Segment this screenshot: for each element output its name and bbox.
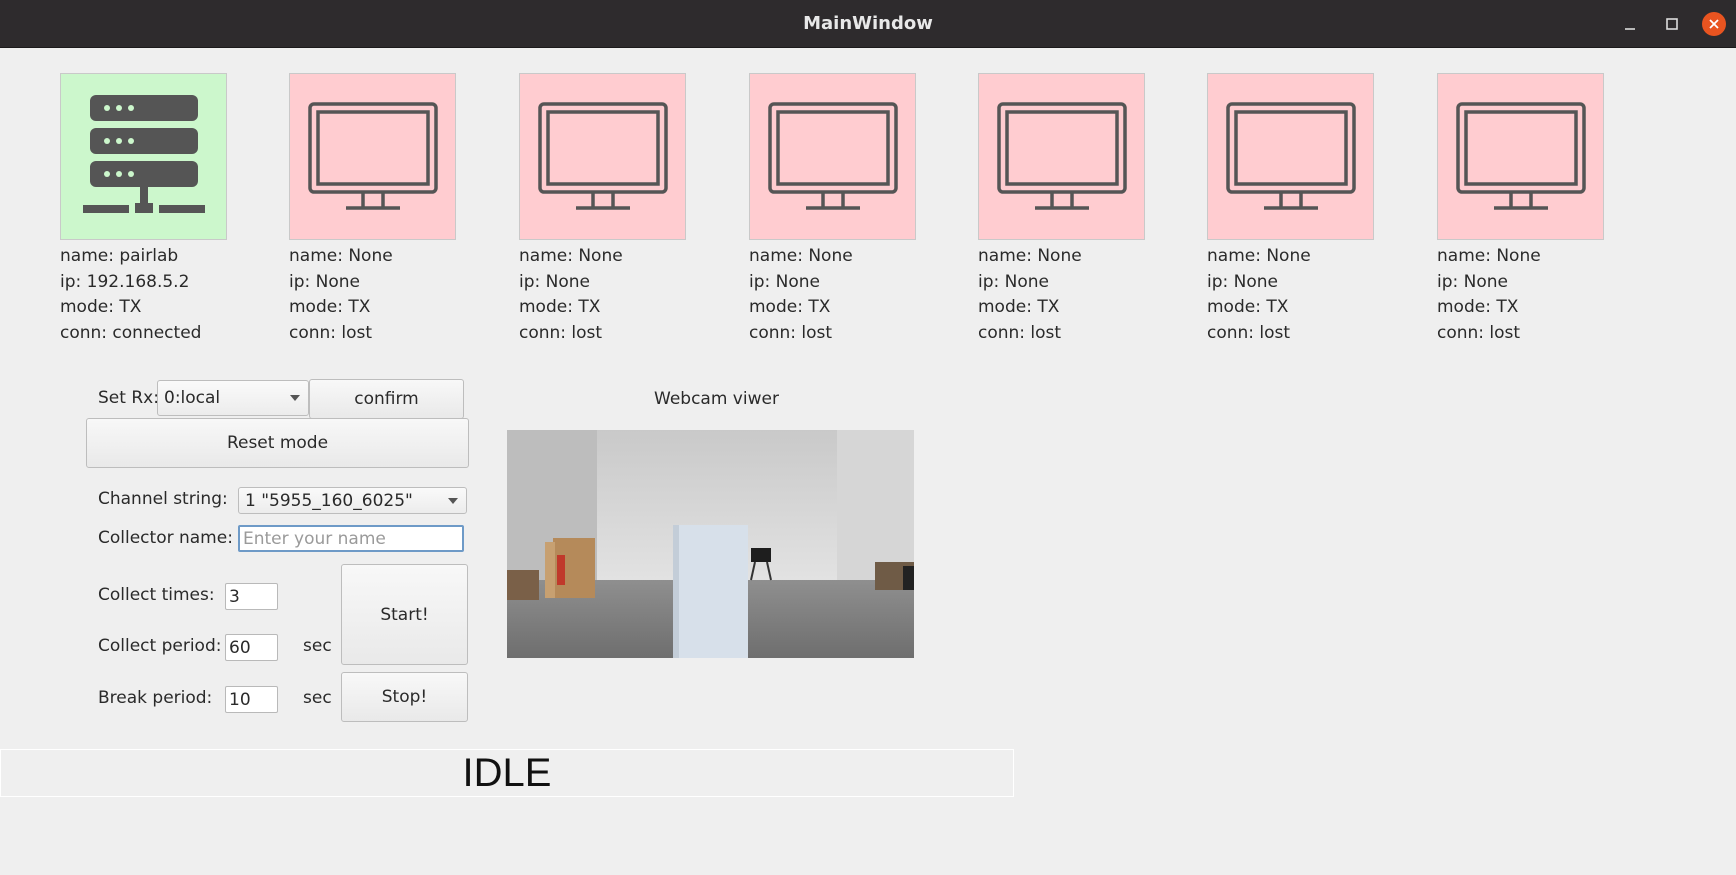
collect-times-label: Collect times: [98,585,215,605]
device-tile [519,73,686,240]
collect-times-field[interactable] [225,583,278,610]
monitor-icon [996,101,1127,210]
device-conn: conn: lost [1207,322,1291,343]
collector-name-label: Collector name: [98,528,233,548]
break-period-field[interactable] [225,686,278,713]
maximize-icon[interactable] [1660,12,1684,36]
chevron-down-icon [448,497,458,504]
device-ip: ip: 192.168.5.2 [60,271,190,292]
webcam-view [507,430,914,658]
device-conn: conn: lost [978,322,1062,343]
window-title: MainWindow [803,13,933,34]
status-bar: IDLE [0,749,1014,797]
device-tile [60,73,227,240]
device-ip: ip: None [519,271,590,292]
break-period-unit: sec [303,688,332,708]
device-mode: mode: TX [289,297,371,317]
device-ip: ip: None [1207,271,1278,292]
device-card-3: name: None ip: None mode: TX conn: lost [749,73,916,346]
device-mode: mode: TX [1437,297,1519,317]
title-bar: MainWindow [0,0,1736,48]
device-tile [1437,73,1604,240]
confirm-button[interactable]: confirm [309,379,464,419]
device-card-0: name: pairlab ip: 192.168.5.2 mode: TX c… [60,73,227,346]
collector-name-field[interactable] [238,525,464,552]
device-conn: conn: lost [519,322,603,343]
device-card-5: name: None ip: None mode: TX conn: lost [1207,73,1374,346]
stop-button[interactable]: Stop! [341,672,468,722]
status-text: IDLE [462,751,552,795]
device-tile [978,73,1145,240]
device-card-2: name: None ip: None mode: TX conn: lost [519,73,686,346]
chevron-down-icon [290,395,300,401]
device-card-1: name: None ip: None mode: TX conn: lost [289,73,456,346]
monitor-icon [767,101,898,210]
monitor-icon [1225,101,1356,210]
device-ip: ip: None [749,271,820,292]
device-name: name: None [1207,246,1311,266]
minimize-icon[interactable] [1618,12,1642,36]
device-name: name: None [978,246,1082,266]
device-name: name: None [519,246,623,266]
device-ip: ip: None [289,271,360,292]
close-icon[interactable] [1702,12,1726,36]
device-name: name: None [1437,246,1541,266]
device-mode: mode: TX [749,297,831,317]
server-icon [82,94,205,213]
start-button[interactable]: Start! [341,564,468,665]
collect-period-unit: sec [303,636,332,656]
monitor-icon [1455,101,1586,210]
device-mode: mode: TX [1207,297,1289,317]
set-rx-label: Set Rx: [98,388,159,408]
device-tile [289,73,456,240]
device-tile [749,73,916,240]
device-name: name: None [289,246,393,266]
device-mode: mode: TX [519,297,601,317]
webcam-title: Webcam viwer [654,389,779,409]
break-period-label: Break period: [98,688,213,708]
channel-string-combo[interactable]: 1 "5955_160_6025" [238,487,467,514]
device-conn: conn: connected [60,322,202,343]
reset-mode-button[interactable]: Reset mode [86,418,469,468]
collect-period-field[interactable] [225,634,278,661]
device-card-4: name: None ip: None mode: TX conn: lost [978,73,1145,346]
device-card-6: name: None ip: None mode: TX conn: lost [1437,73,1604,346]
channel-string-label: Channel string: [98,489,228,509]
device-ip: ip: None [1437,271,1508,292]
channel-string-value: 1 "5955_160_6025" [245,490,413,511]
device-name: name: pairlab [60,246,179,266]
device-conn: conn: lost [1437,322,1521,343]
device-mode: mode: TX [60,297,142,317]
device-name: name: None [749,246,853,266]
device-conn: conn: lost [749,322,833,343]
device-conn: conn: lost [289,322,373,343]
monitor-icon [537,101,668,210]
collect-period-label: Collect period: [98,636,222,656]
device-ip: ip: None [978,271,1049,292]
monitor-icon [307,101,438,210]
device-mode: mode: TX [978,297,1060,317]
set-rx-value: 0:local [164,388,221,408]
device-tile [1207,73,1374,240]
set-rx-combo[interactable]: 0:local [157,380,309,416]
